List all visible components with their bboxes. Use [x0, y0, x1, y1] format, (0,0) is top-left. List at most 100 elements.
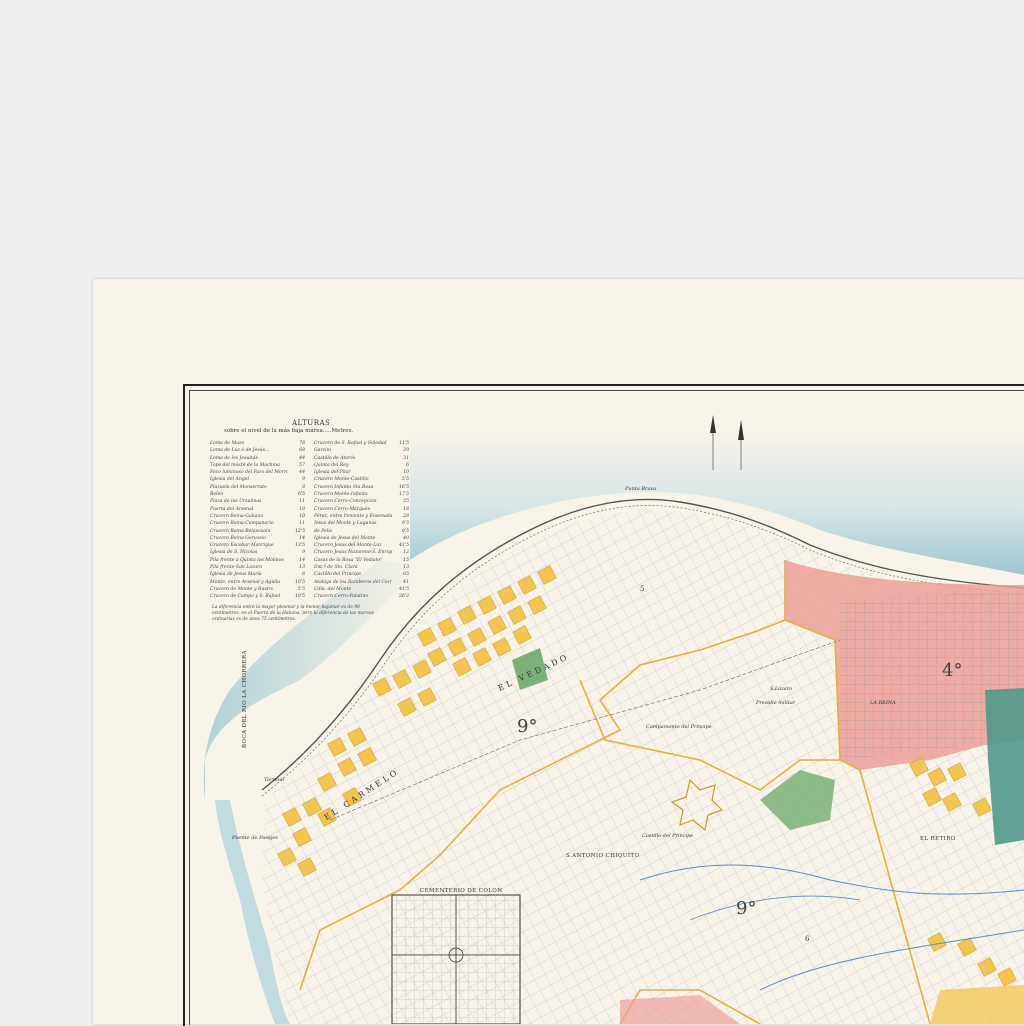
legend-place: Iglesia del Angel — [210, 477, 249, 483]
legend-row: Pérez, entre Poniente y Ensenada 28 — [314, 513, 409, 520]
legend-place: Foco luminoso del Faro del Morro — [210, 470, 288, 476]
legend-row: Crucero Jesus Nazareno-S. Enrique 12 — [314, 549, 409, 556]
legend-height: 13 — [299, 565, 305, 571]
legend-place: Crucero Monte-Infanta — [314, 492, 368, 498]
legend-place: Crucero Infanta-Sta.Rosa — [314, 484, 374, 490]
legend-row: Crucero de S. Rafael y Soledad 11'5 — [314, 440, 409, 447]
legend-place: Loma de Luz ó de Jesús... — [210, 448, 270, 454]
legend-height: 14 — [299, 535, 305, 541]
legend-row: Crucero Cerro-Marqués 18 — [314, 506, 409, 513]
legend-height: 28 — [403, 513, 409, 519]
legend-row: Iglesia del Angel 9 — [210, 476, 305, 483]
legend-height: 10 — [403, 470, 409, 476]
legend-height: 44 — [299, 455, 305, 461]
legend-place: Cdla. del Monte — [314, 586, 352, 592]
legend-place: Crucero de S. Rafael y Soledad — [314, 441, 387, 446]
legend-place: Loma de Mazo — [210, 441, 245, 446]
legend-row: Jesus del Monte y Lagunas 9'5 — [314, 520, 409, 527]
legend-row: Plazuela del Monserrate 8 — [210, 484, 305, 491]
legend-height: 8 — [302, 484, 305, 490]
legend-place: Atalaya de los Bomberos del Cerro — [314, 579, 392, 585]
legend-place: Plazuela del Monserrate — [210, 484, 267, 490]
legend-height: 14 — [299, 557, 305, 563]
legend-height: 16'5 — [398, 484, 409, 490]
legend-height: 57 — [299, 462, 305, 468]
legend-place: Belen — [210, 492, 224, 498]
legend-place: Castillo del Principe — [314, 572, 362, 578]
legend-height: 40 — [403, 535, 409, 541]
legend-place: Crucero Cerro-Marqués — [314, 506, 370, 512]
legend-column-2: Crucero de S. Rafael y Soledad 11'5 Garcin… — [314, 440, 409, 601]
legend-row: Loma de Luz ó de Jesús... 68 — [210, 447, 305, 454]
legend-row: Crucero de Monte y Rastro 5'5 — [210, 586, 305, 593]
legend-place: Crucero Jesus del Monte-Luz — [314, 543, 382, 549]
legend-height: 25 — [403, 499, 409, 505]
legend-row: Crucero Cerro-Palatino 26'2 — [314, 593, 409, 600]
legend-row: Crucero Reina-Galiano 10 — [210, 513, 305, 520]
legend-row: de Pelio 9'5 — [314, 528, 409, 535]
legend-height: 5'5 — [297, 586, 305, 592]
legend-place: Crucero Jesus Nazareno-S. Enrique — [314, 550, 392, 556]
legend-height: 17'5 — [398, 492, 409, 498]
legend-row: Crucero Infanta-Sta.Rosa 16'5 — [314, 484, 409, 491]
legend-height: 6 — [406, 462, 409, 468]
legend-row: Crucero Escobar-Manrique 13'5 — [210, 542, 305, 549]
legend-place: Iglesia de Jesus del Monte — [314, 535, 376, 541]
legend-place: Crucero Reina-Gervasio — [210, 535, 266, 541]
legend-height: 41'5 — [398, 543, 409, 549]
legend-height: 9 — [302, 550, 305, 556]
legend-height: 29 — [403, 448, 409, 454]
legend-row: Ent.ª de Sto. Clara 13 — [314, 564, 409, 571]
legend-row: Crucero Reina-Gervasio 14 — [210, 535, 305, 542]
legend-row: Crucero Monte-Infanta 17'5 — [314, 491, 409, 498]
legend-subtitle: sobre el nivel de la más baja marea.....… — [224, 428, 354, 434]
legend-place: Crucero Escobar-Manrique — [210, 543, 274, 549]
legend-place: Crucero Cerro-Palatino — [314, 594, 369, 600]
legend-height: 78 — [299, 441, 305, 446]
legend-place: Crucero Monte-Castillo — [314, 477, 369, 483]
legend-place: Garcini — [314, 448, 332, 454]
legend-place: Crucero Cerro-Concepción — [314, 499, 377, 505]
legend-height: 11'5 — [398, 441, 409, 446]
legend-row: Pila frente-San Lazaro 13 — [210, 564, 305, 571]
legend-height: 68 — [299, 448, 305, 454]
legend-height: 9'5 — [401, 528, 409, 534]
legend-place: Iglesia de S. Nicolas — [210, 550, 258, 556]
legend-place: Iglesia de Jesus María — [210, 572, 262, 578]
legend-row: Crucero Reina-Belascoain 12'5 — [210, 528, 305, 535]
legend-height: 10 — [299, 506, 305, 512]
legend-place: Crucero Reina-Campanario — [210, 521, 274, 527]
legend-height: 65 — [403, 572, 409, 578]
legend-height: 15 — [403, 557, 409, 563]
legend-row: Cdla. del Monte 41'5 — [314, 586, 409, 593]
legend-row: Atalaya de los Bomberos del Cerro 41 — [314, 579, 409, 586]
legend-row: Belen 6'5 — [210, 491, 305, 498]
legend-place: Crucero Reina-Belascoain — [210, 528, 271, 534]
legend-height: 6 — [302, 572, 305, 578]
legend-row: Iglesia de S. Nicolas 9 — [210, 549, 305, 556]
legend-height: 13 — [403, 565, 409, 571]
legend-place: Puerta del Arsenal — [210, 506, 254, 512]
legend-place: Plaza de las Ursulinas — [210, 499, 262, 505]
legend-height: 9'5 — [401, 521, 409, 527]
legend-height: 11 — [299, 499, 305, 505]
legend-row: Crucero Reina-Campanario 11 — [210, 520, 305, 527]
legend-height: 26'2 — [398, 594, 409, 600]
legend-height: 12 — [403, 550, 409, 556]
legend-place: Crucero de Monte y Rastro — [210, 586, 274, 592]
legend-row: Castillo de Atarés 31 — [314, 455, 409, 462]
legend-column-1: Loma de Mazo 78 Loma de Luz ó de Jesús... 6… — [210, 440, 305, 601]
legend-row: Iglesia de Jesus del Monte 40 — [314, 535, 409, 542]
legend-height: 18 — [403, 506, 409, 512]
legend-note: La diferencia entre la mayor pleamar y l… — [212, 605, 374, 622]
legend-place: Pila frente á Quinta los Molinos — [210, 557, 284, 563]
legend-height: 10 — [299, 513, 305, 519]
legend-place: Crucero Reina-Galiano — [210, 513, 264, 519]
legend-place: Tope del mástil de la Machina — [210, 462, 280, 468]
legend-height: 10'5 — [294, 579, 305, 585]
legend-height: 13'5 — [294, 543, 305, 549]
legend-row: Crucero Monte-Castillo 5'5 — [314, 476, 409, 483]
legend-row: Plaza de las Ursulinas 11 — [210, 498, 305, 505]
legend-place: Pila frente-San Lazaro — [210, 565, 263, 571]
legend-row: Puerta del Arsenal 10 — [210, 506, 305, 513]
